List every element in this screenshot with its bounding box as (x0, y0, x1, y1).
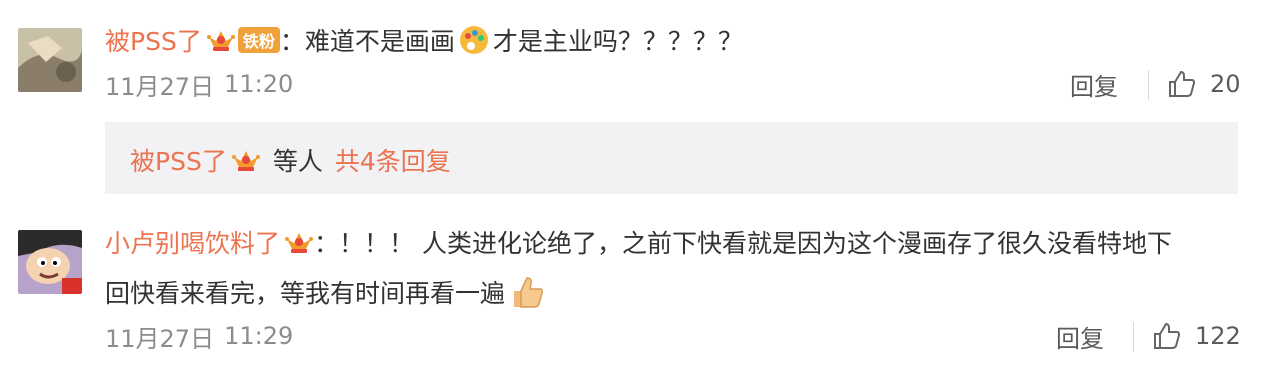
reply-suffix: 等人 (272, 147, 323, 176)
reply-username[interactable]: 被PSS了 (130, 142, 227, 178)
comment-text: ！！！ 人类进化论绝了，之前下快看就是因为这个漫画存了很久没看特地下 (339, 229, 1172, 258)
like-button[interactable]: 20 (1166, 66, 1241, 102)
thumbs-up-icon (1151, 320, 1183, 352)
comment-date: 11月27日 (105, 324, 215, 353)
thumbs-up-icon (1166, 68, 1198, 100)
palette-emoji-icon (458, 24, 490, 56)
comment-text-line2: 回快看来看完，等我有时间再看一遍 (105, 279, 506, 308)
like-count: 20 (1210, 70, 1241, 98)
comment-separator: ： (279, 27, 305, 56)
comment-text: 难道不是画画 (304, 27, 455, 56)
like-count: 122 (1195, 322, 1241, 350)
fan-badge: 铁粉 (237, 27, 280, 53)
comment-text-continued: 才是主业吗？？？？？ (492, 27, 743, 56)
username[interactable]: 小卢别喝饮料了 (105, 224, 280, 260)
action-divider (1133, 322, 1134, 352)
reply-label: 回复 (1070, 72, 1118, 101)
view-replies-link[interactable]: 共4条回复 (335, 142, 451, 178)
user-avatar[interactable] (18, 230, 82, 294)
user-avatar[interactable] (18, 28, 82, 92)
action-divider (1148, 70, 1149, 100)
comment-date: 11月27日 (105, 72, 215, 101)
crown-icon (284, 227, 314, 257)
crown-icon (231, 145, 261, 175)
comment-time: 11:29 (224, 322, 294, 350)
comment-separator: ： (314, 229, 340, 258)
comment-time: 11:20 (224, 70, 294, 98)
username[interactable]: 被PSS了 (105, 22, 202, 58)
thumbs-up-emoji-icon (508, 273, 546, 311)
crown-icon (206, 25, 236, 55)
reply-label: 回复 (1056, 324, 1104, 353)
like-button[interactable]: 122 (1151, 318, 1241, 354)
reply-button[interactable]: 回复 (1056, 318, 1104, 354)
reply-button[interactable]: 回复 (1070, 66, 1118, 102)
